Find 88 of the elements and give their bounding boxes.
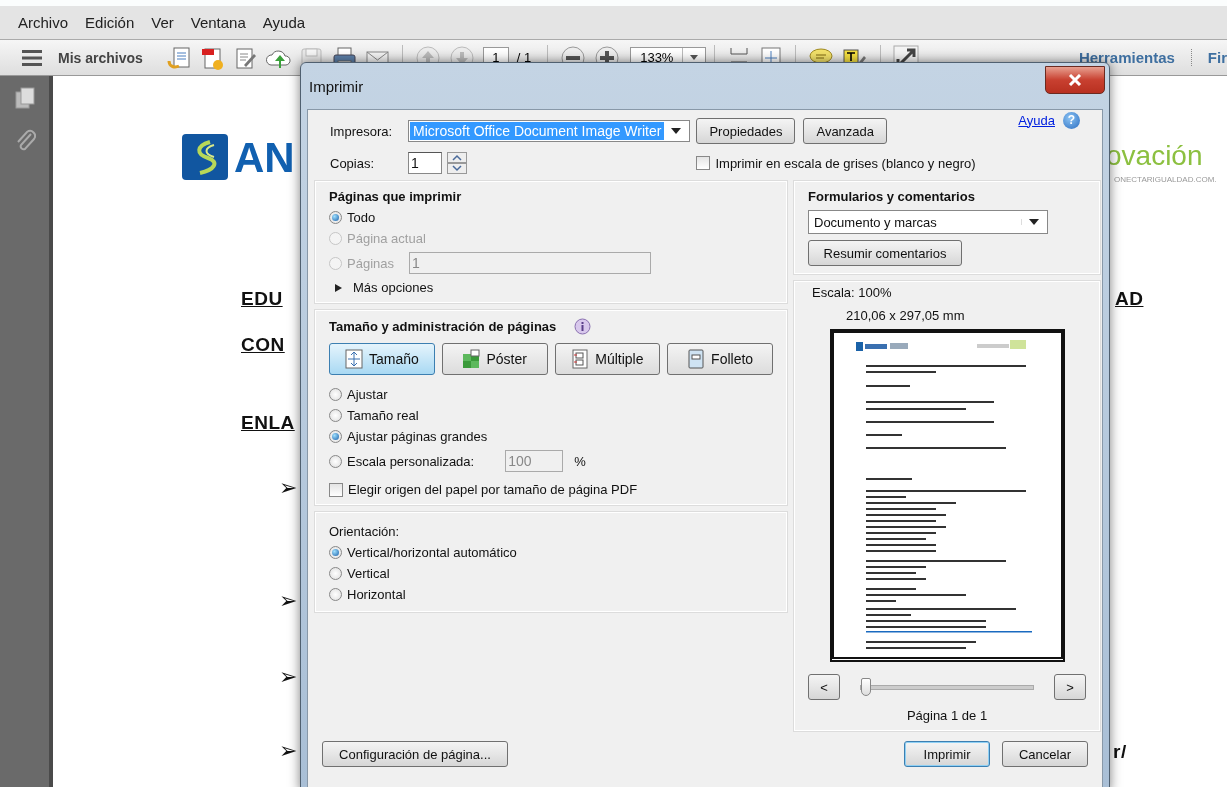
radio-button[interactable]	[329, 567, 342, 580]
resize-icon	[344, 349, 363, 369]
bullet-glyph: ➢	[279, 740, 297, 762]
option-label: Vertical/horizontal automático	[347, 545, 517, 560]
bullet-glyph: ➢	[279, 590, 297, 612]
option-label: Escala personalizada:	[347, 453, 475, 469]
grayscale-label: Imprimir en escala de grises (blanco y negro)	[715, 155, 976, 171]
bullet-glyph: ➢	[279, 477, 297, 499]
menu-item[interactable]: Ver	[151, 14, 174, 31]
radio-button[interactable]	[329, 454, 342, 468]
section-title: Formularios y comentarios	[808, 189, 976, 204]
more-options-link[interactable]: Más opciones	[353, 280, 434, 295]
dialog-button[interactable]: Imprimir	[904, 741, 990, 767]
option-label: Página actual	[347, 231, 426, 246]
spinner-icon[interactable]	[447, 152, 467, 174]
paper-size-label: 210,06 x 297,05 mm	[846, 308, 965, 323]
next-page-button[interactable]: >	[1054, 674, 1086, 700]
logo-text: AN	[234, 137, 295, 179]
close-button[interactable]	[1045, 66, 1105, 94]
option-label: Vertical	[347, 566, 390, 581]
radio-button[interactable]	[329, 546, 342, 559]
tools-link[interactable]: Herramientas	[1078, 49, 1175, 66]
radio-button[interactable]	[329, 409, 342, 422]
help-link[interactable]: Ayuda	[1018, 112, 1055, 128]
mode-tab[interactable]: Póster	[441, 343, 548, 375]
summarize-button[interactable]: Resumir comentarios	[808, 240, 962, 266]
document-text: AD	[1115, 288, 1144, 310]
menu-icon[interactable]	[22, 48, 42, 67]
info-icon	[574, 318, 592, 335]
previous-page-button[interactable]: <	[808, 674, 840, 700]
mode-tab[interactable]: Múltiple	[554, 343, 661, 375]
section-title: Orientación:	[329, 524, 401, 539]
document-arrow-icon[interactable]	[166, 45, 192, 70]
my-files-label[interactable]: Mis archivos	[58, 49, 143, 66]
option-label: Tamaño real	[347, 408, 419, 423]
menu-item[interactable]: Edición	[85, 14, 135, 31]
caret-icon	[1029, 219, 1039, 225]
pages-icon[interactable]	[13, 86, 36, 110]
option-label: Todo	[347, 210, 376, 225]
sign-link[interactable]: Fir	[1190, 49, 1227, 66]
checkbox[interactable]	[329, 482, 343, 497]
document-heading: ENLA	[241, 412, 295, 434]
dialog-title: Imprimir	[309, 77, 364, 95]
scale-label: Escala: 100%	[812, 285, 892, 300]
mode-tab[interactable]: Folleto	[667, 343, 773, 375]
menu-item[interactable]: Ventana	[190, 14, 246, 31]
slider-thumb[interactable]	[861, 677, 871, 696]
document-heading: CON	[241, 334, 285, 356]
page-setup-button[interactable]: Configuración de página...	[322, 741, 508, 767]
logo-icon	[182, 134, 228, 180]
menu-item[interactable]: Archivo	[18, 14, 69, 31]
document-heading: EDU	[241, 288, 283, 310]
partner-logo-text: ovación	[1106, 142, 1203, 170]
dialog-button[interactable]: Cancelar	[1002, 741, 1088, 767]
triangle-icon[interactable]	[335, 283, 342, 292]
booklet-icon	[687, 349, 706, 369]
copies-field[interactable]: 1	[408, 152, 442, 174]
section-title: Páginas que imprimir	[329, 189, 463, 204]
poster-icon	[462, 349, 481, 369]
section-title: Tamaño y administración de páginas	[329, 319, 557, 334]
option-label: Ajustar páginas grandes	[347, 429, 488, 444]
radio-button[interactable]	[329, 211, 342, 224]
menu-item[interactable]: Ayuda	[262, 14, 306, 31]
document-text: r/	[1113, 741, 1127, 763]
option-label: Ajustar	[347, 387, 388, 402]
option-label: Elegir origen del papel por tamaño de página PDF	[348, 482, 638, 497]
copies-label: Copias:	[330, 155, 376, 171]
option-label: Horizontal	[347, 587, 406, 602]
page-total: / 1	[516, 50, 532, 65]
caret-icon	[690, 55, 699, 60]
mode-tab[interactable]: Tamaño	[329, 343, 435, 375]
dialog-button[interactable]: Avanzada	[803, 118, 888, 144]
caret-icon	[671, 128, 682, 134]
option-label: Páginas	[347, 255, 394, 271]
comments-dropdown[interactable]: Documento y marcas	[808, 210, 1048, 234]
dialog-button[interactable]: Propiedades	[696, 118, 796, 144]
multiple-pages-icon	[571, 349, 590, 369]
partner-url: ONECTARIGUALDAD.COM.	[1114, 175, 1217, 184]
page-count-label: Página 1 de 1	[906, 708, 988, 723]
close-icon	[1068, 74, 1082, 86]
radio-button[interactable]	[329, 388, 342, 401]
bullet-glyph: ➢	[279, 666, 297, 688]
checkbox[interactable]	[696, 156, 711, 170]
radio-button[interactable]	[329, 588, 342, 601]
printer-label: Impresora:	[330, 123, 394, 139]
percent-label: %	[574, 453, 586, 469]
radio-button[interactable]	[329, 430, 342, 443]
new-pdf-icon[interactable]	[199, 45, 225, 70]
